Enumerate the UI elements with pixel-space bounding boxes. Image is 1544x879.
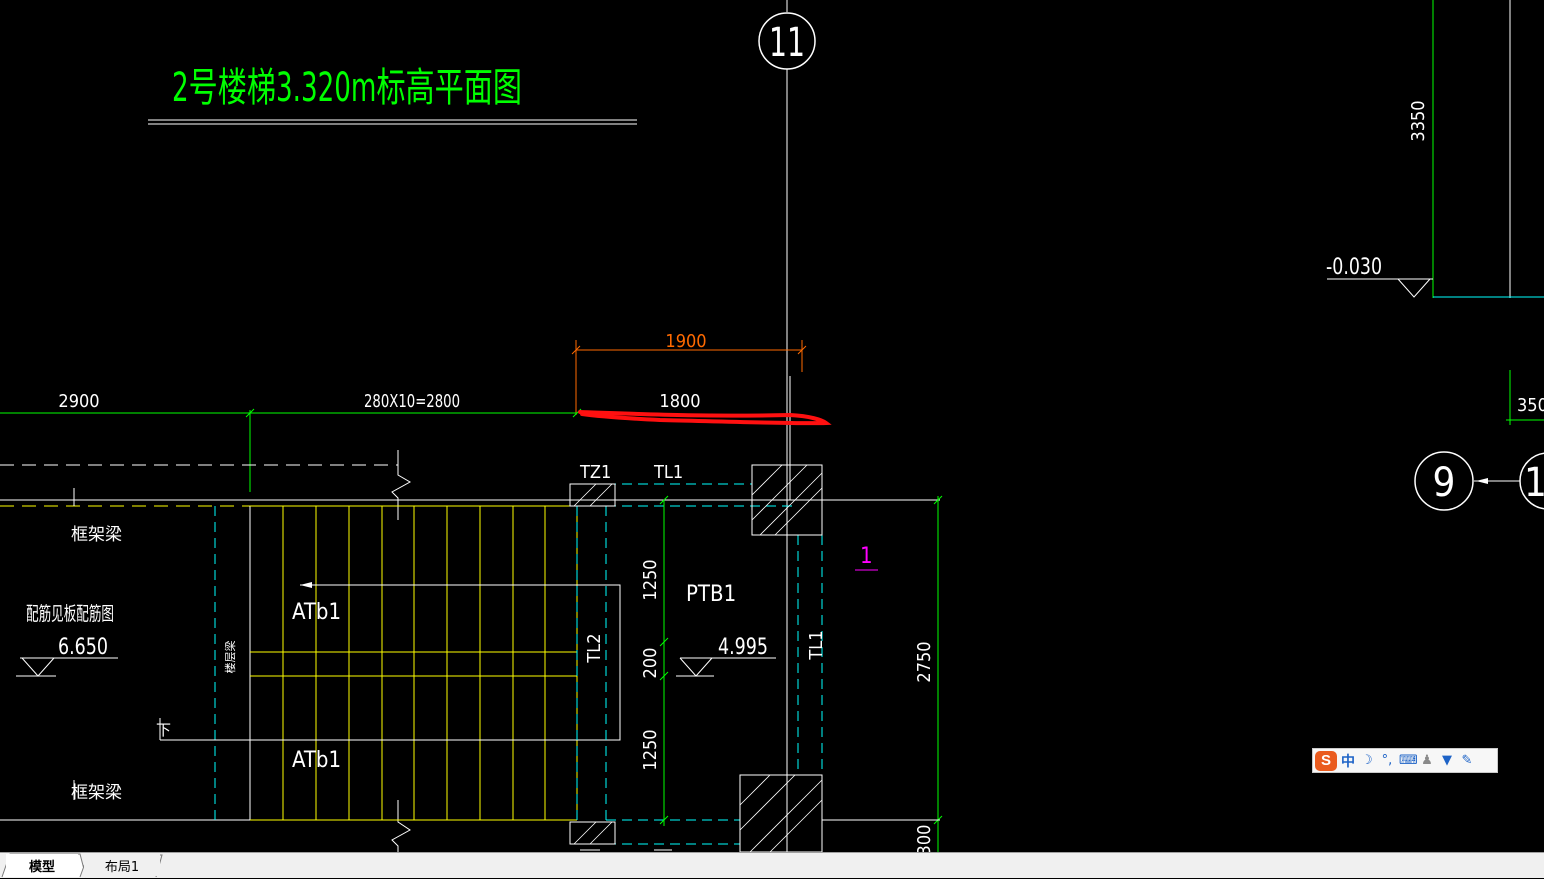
axis-label-partial: 1 xyxy=(1524,460,1544,506)
axis-label-11: 11 xyxy=(769,20,805,66)
label-tl1-vertical: TL1 xyxy=(806,630,827,660)
dimension-vertical-landing: 1250 200 1250 2750 300 xyxy=(640,495,943,852)
dim-3350: 3350 xyxy=(1408,100,1429,141)
dim-300: 300 xyxy=(914,825,935,852)
punctuation-icon[interactable]: °, xyxy=(1379,753,1395,768)
label-tz1-top: TZ1 xyxy=(579,462,611,483)
dim-1250-top: 1250 xyxy=(640,559,661,600)
elevation-label-6650: 6.650 xyxy=(58,635,108,660)
label-frame-beam-bottom: 框架梁 xyxy=(71,783,122,803)
elevation-minus-0030: -0.030 xyxy=(1326,255,1382,280)
sogou-logo-icon[interactable]: S xyxy=(1315,750,1337,771)
cad-drawing-canvas[interactable]: 2号楼梯3.320m标高平面图 11 3350 -0.030 350 9 1 1… xyxy=(0,0,1544,852)
skin-icon[interactable]: ▼ xyxy=(1439,753,1455,768)
dim-2800: 280X10=2800 xyxy=(364,391,460,412)
elevation-label-4995: 4.995 xyxy=(718,635,768,660)
tab-model[interactable]: 模型 xyxy=(6,854,78,876)
label-floor-beam: 楼层梁 xyxy=(223,641,237,674)
section-top-right: 3350 -0.030 350 xyxy=(1326,0,1544,425)
axis-bubble-9: 9 1 xyxy=(1414,451,1544,511)
label-atb1-top: ATb1 xyxy=(292,600,341,625)
layout-tab-bar: 模型 布局1 xyxy=(0,852,1544,878)
label-tl1-top: TL1 xyxy=(653,462,683,483)
dim-1900: 1900 xyxy=(665,331,706,352)
keyboard-icon[interactable]: ⌨ xyxy=(1399,753,1418,768)
elevation-4995: 4.995 xyxy=(676,635,776,677)
label-atb1-bottom: ATb1 xyxy=(292,748,341,773)
dim-1800: 1800 xyxy=(659,391,700,412)
post-tz1-bottom xyxy=(569,821,616,845)
dim-350: 350 xyxy=(1517,395,1544,416)
label-ptb1: PTB1 xyxy=(686,582,736,607)
ime-toolbar[interactable]: S 中 ☽ °, ⌨ ♟ ▼ ✎ xyxy=(1312,748,1498,773)
post-tz1-top xyxy=(569,483,616,507)
label-down: 下 xyxy=(156,721,171,739)
column-bottom-right xyxy=(739,774,823,852)
label-frame-beam-top: 框架梁 xyxy=(71,525,122,545)
dim-2750: 2750 xyxy=(914,641,935,682)
axis-label-9: 9 xyxy=(1433,460,1456,506)
drawing-title: 2号楼梯3.320m标高平面图 xyxy=(172,65,522,111)
moon-icon[interactable]: ☽ xyxy=(1359,753,1375,768)
user-icon[interactable]: ♟ xyxy=(1419,753,1435,768)
label-rebar-note: 配筋见板配筋图 xyxy=(26,603,114,625)
dim-2900: 2900 xyxy=(58,391,99,412)
ime-mode-toggle[interactable]: 中 xyxy=(1341,751,1355,771)
tools-icon[interactable]: ✎ xyxy=(1459,753,1475,768)
red-annotation-stroke xyxy=(578,410,832,426)
axis-bubble-11: 11 xyxy=(758,0,816,852)
label-tl2: TL2 xyxy=(584,633,605,663)
elevation-6650: 6.650 xyxy=(16,635,118,677)
section-mark-1: 1 xyxy=(860,544,873,569)
dim-200: 200 xyxy=(640,648,661,679)
dim-1250-bottom: 1250 xyxy=(640,729,661,770)
tab-layout1[interactable]: 布局1 xyxy=(84,854,160,876)
